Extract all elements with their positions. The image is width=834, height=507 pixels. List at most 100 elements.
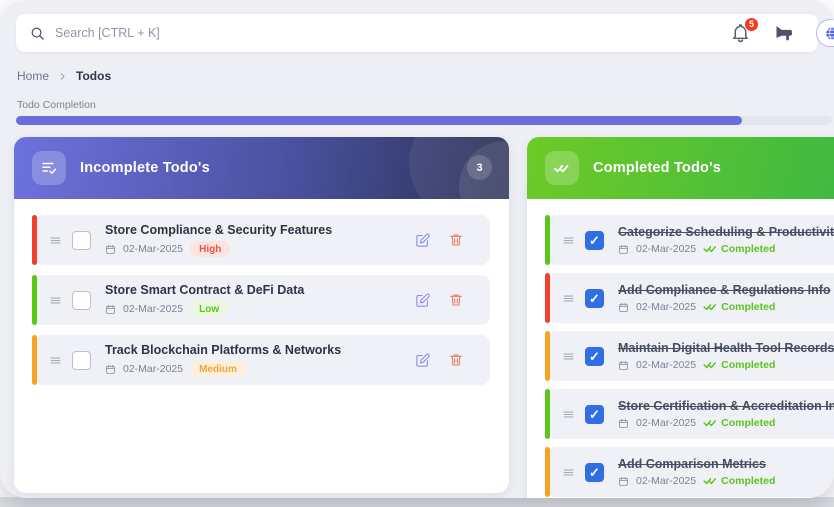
priority-accent-bar bbox=[545, 215, 550, 265]
drag-handle-icon[interactable] bbox=[562, 466, 575, 479]
todo-title: Store Certification & Accreditation Info bbox=[618, 399, 834, 413]
breadcrumb-home[interactable]: Home bbox=[17, 69, 49, 83]
incomplete-todo-list: Store Compliance & Security Features 02-… bbox=[14, 199, 509, 399]
todo-item[interactable]: Categorize Scheduling & Productivity App… bbox=[547, 215, 834, 265]
priority-badge: Low bbox=[190, 301, 228, 317]
search-bar: 5 bbox=[16, 14, 818, 52]
incomplete-count-badge: 3 bbox=[467, 155, 492, 180]
todo-date: 02-Mar-2025 bbox=[636, 417, 696, 429]
todo-meta: 02-Mar-2025 Completed bbox=[618, 359, 834, 371]
completed-status: Completed bbox=[703, 243, 775, 255]
priority-badge: High bbox=[190, 241, 230, 257]
todo-title: Maintain Digital Health Tool Records bbox=[618, 341, 834, 355]
todo-date: 02-Mar-2025 bbox=[636, 243, 696, 255]
todo-meta: 02-Mar-2025 Completed bbox=[618, 243, 834, 255]
delete-button[interactable] bbox=[448, 232, 464, 248]
progress-label: Todo Completion bbox=[17, 99, 96, 111]
todo-meta: 02-Mar-2025 Completed bbox=[618, 475, 775, 487]
todo-item[interactable]: Store Smart Contract & DeFi Data 02-Mar-… bbox=[34, 275, 490, 325]
completed-status: Completed bbox=[703, 301, 775, 313]
chevron-right-icon bbox=[58, 72, 67, 81]
completed-label: Completed bbox=[721, 475, 775, 487]
calendar-icon bbox=[618, 302, 629, 313]
calendar-icon bbox=[618, 360, 629, 371]
delete-button[interactable] bbox=[448, 292, 464, 308]
todo-checkbox[interactable] bbox=[72, 291, 91, 310]
completed-panel: Completed Todo's Categorize Scheduling &… bbox=[527, 137, 834, 498]
priority-accent-bar bbox=[545, 447, 550, 497]
app-window: 5 Home Todos Todo Completion bbox=[0, 0, 834, 498]
breadcrumb-current: Todos bbox=[76, 69, 111, 83]
edit-button[interactable] bbox=[414, 232, 431, 249]
todo-checkbox[interactable] bbox=[585, 231, 604, 250]
todo-meta: 02-Mar-2025 Completed bbox=[618, 417, 834, 429]
notifications-button[interactable]: 5 bbox=[730, 23, 751, 44]
double-check-icon bbox=[703, 418, 717, 428]
todo-actions bbox=[414, 232, 490, 249]
todo-item[interactable]: Track Blockchain Platforms & Networks 02… bbox=[34, 335, 490, 385]
edit-button[interactable] bbox=[414, 352, 431, 369]
edit-button[interactable] bbox=[414, 292, 431, 309]
calendar-icon bbox=[105, 304, 116, 315]
window-bottom-strip bbox=[0, 497, 834, 507]
drag-handle-icon[interactable] bbox=[562, 350, 575, 363]
priority-accent-bar bbox=[32, 275, 37, 325]
todo-checkbox[interactable] bbox=[585, 347, 604, 366]
todo-meta: 02-Mar-2025 Low bbox=[105, 301, 304, 317]
completed-status: Completed bbox=[703, 417, 775, 429]
drag-handle-icon[interactable] bbox=[562, 234, 575, 247]
edit-icon bbox=[414, 232, 431, 249]
drag-handle-icon[interactable] bbox=[49, 354, 62, 367]
todo-item[interactable]: Add Compliance & Regulations Info 02-Mar… bbox=[547, 273, 834, 323]
topbar-actions: 5 bbox=[730, 19, 834, 47]
todo-actions bbox=[414, 292, 490, 309]
calendar-icon bbox=[618, 418, 629, 429]
delete-button[interactable] bbox=[448, 352, 464, 368]
todo-item[interactable]: Store Compliance & Security Features 02-… bbox=[34, 215, 490, 265]
todo-item[interactable]: Maintain Digital Health Tool Records 02-… bbox=[547, 331, 834, 381]
todo-checkbox[interactable] bbox=[72, 351, 91, 370]
todo-date: 02-Mar-2025 bbox=[636, 359, 696, 371]
completed-status: Completed bbox=[703, 359, 775, 371]
incomplete-panel: Incomplete Todo's 3 Store Compliance & S… bbox=[14, 137, 509, 493]
drag-handle-icon[interactable] bbox=[49, 294, 62, 307]
trash-icon bbox=[448, 232, 464, 248]
todo-checkbox[interactable] bbox=[585, 289, 604, 308]
megaphone-icon[interactable] bbox=[773, 23, 794, 44]
todo-content: Store Smart Contract & DeFi Data 02-Mar-… bbox=[105, 283, 304, 317]
notification-badge: 5 bbox=[744, 17, 759, 32]
search-input[interactable] bbox=[55, 26, 730, 40]
double-check-icon bbox=[703, 360, 717, 370]
todo-date: 02-Mar-2025 bbox=[123, 243, 183, 255]
incomplete-panel-title: Incomplete Todo's bbox=[80, 160, 210, 176]
priority-badge: Medium bbox=[190, 361, 246, 377]
priority-accent-bar bbox=[545, 273, 550, 323]
drag-handle-icon[interactable] bbox=[562, 292, 575, 305]
list-check-icon bbox=[32, 151, 66, 185]
todo-content: Maintain Digital Health Tool Records 02-… bbox=[618, 341, 834, 371]
todo-item[interactable]: Store Certification & Accreditation Info… bbox=[547, 389, 834, 439]
todo-meta: 02-Mar-2025 High bbox=[105, 241, 332, 257]
todo-title: Categorize Scheduling & Productivity App… bbox=[618, 225, 834, 239]
language-button[interactable] bbox=[816, 19, 834, 47]
edit-icon bbox=[414, 292, 431, 309]
drag-handle-icon[interactable] bbox=[562, 408, 575, 421]
calendar-icon bbox=[105, 364, 116, 375]
todo-date: 02-Mar-2025 bbox=[636, 475, 696, 487]
todo-title: Store Smart Contract & DeFi Data bbox=[105, 283, 304, 297]
drag-handle-icon[interactable] bbox=[49, 234, 62, 247]
todo-checkbox[interactable] bbox=[72, 231, 91, 250]
todo-item[interactable]: Add Comparison Metrics 02-Mar-2025 Compl… bbox=[547, 447, 834, 497]
todo-date: 02-Mar-2025 bbox=[636, 301, 696, 313]
todo-meta: 02-Mar-2025 Completed bbox=[618, 301, 831, 313]
priority-accent-bar bbox=[545, 331, 550, 381]
completed-label: Completed bbox=[721, 301, 775, 313]
todo-checkbox[interactable] bbox=[585, 405, 604, 424]
breadcrumb: Home Todos bbox=[17, 69, 111, 83]
calendar-icon bbox=[105, 244, 116, 255]
trash-icon bbox=[448, 352, 464, 368]
progress-bar-track bbox=[16, 116, 832, 125]
todo-actions bbox=[414, 352, 490, 369]
incomplete-panel-header: Incomplete Todo's 3 bbox=[14, 137, 509, 199]
todo-checkbox[interactable] bbox=[585, 463, 604, 482]
